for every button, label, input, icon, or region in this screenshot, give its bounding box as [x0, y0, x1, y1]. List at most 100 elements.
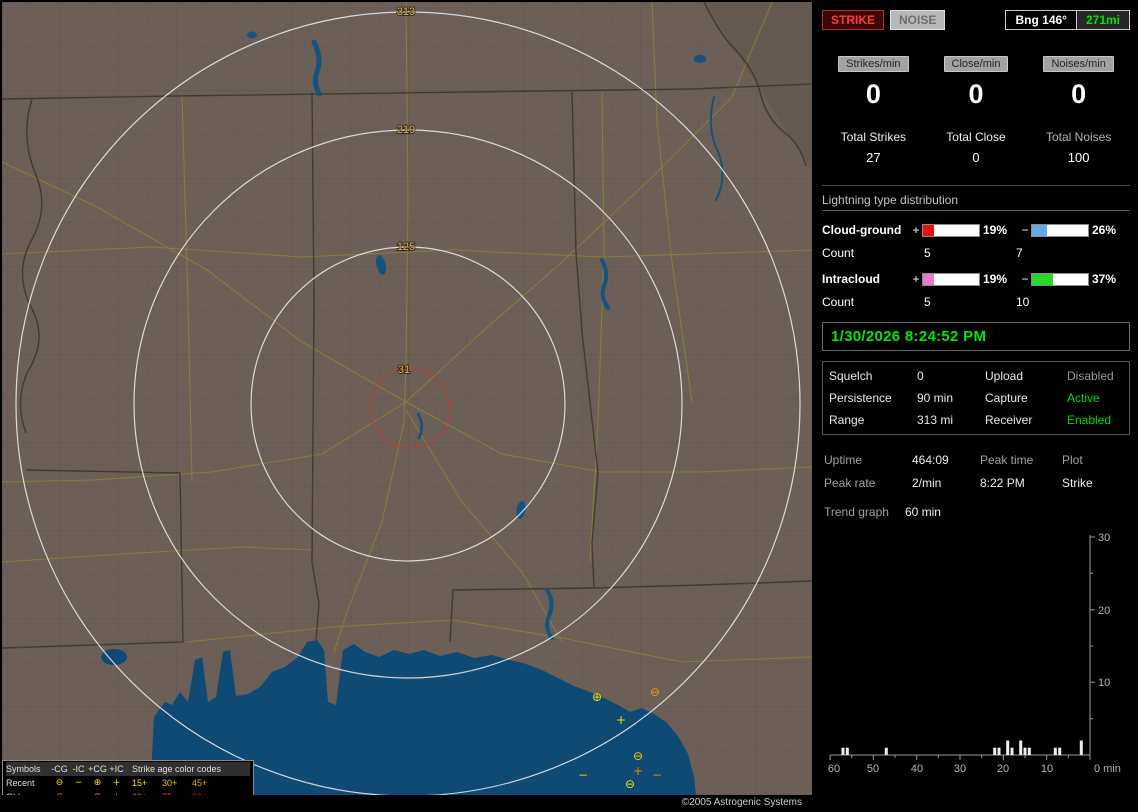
pos-ic-symbol: +	[112, 778, 121, 788]
receiver-label: Receiver	[985, 413, 1033, 427]
noise-toggle-button[interactable]: NOISE	[890, 10, 946, 30]
y-tick-20: 20	[1098, 605, 1110, 617]
display-mode-panel: STRIKE NOISE Bng 146° 271mi	[822, 10, 1130, 30]
trend-bar	[1006, 740, 1010, 755]
trend-graph-header: Trend graph 60 min	[822, 505, 1130, 519]
x-tick-60: 60	[828, 763, 840, 775]
ring-label-219: 219	[397, 124, 415, 136]
negative-cg-bar	[1031, 223, 1089, 237]
sidebar: STRIKE NOISE Bng 146° 271mi Strikes/min …	[814, 0, 1138, 812]
plot-value: Strike	[1062, 476, 1093, 490]
bar-fill	[923, 273, 934, 285]
trend-graph-plot: 30 20 10 60 50 40 30 20 10 0 min	[828, 532, 1121, 775]
negative-cg-percent: 26%	[1092, 223, 1117, 237]
persistence-value: 90 min	[917, 391, 954, 405]
positive-cg-percent: 19%	[983, 223, 1008, 237]
noises-per-min-value: 0	[1071, 79, 1087, 109]
trend-bars-layer	[841, 740, 1083, 755]
intracloud-count-row: Count 5 10	[822, 295, 1130, 309]
distribution-title: Lightning type distribution	[822, 186, 1130, 211]
strike-symbol: +	[633, 764, 643, 778]
squelch-label: Squelch	[829, 369, 873, 383]
age-code-45: 45+	[192, 778, 208, 788]
strike-symbol: −	[652, 768, 662, 782]
bar-fill	[923, 224, 934, 236]
negative-cg-count: 7	[1016, 246, 1023, 260]
trend-bar	[1010, 747, 1014, 755]
persistence-label: Persistence	[829, 391, 892, 405]
plot-label: Plot	[1062, 453, 1083, 467]
bearing-label: Bng 146°	[1006, 11, 1076, 29]
distribution-panel: Lightning type distribution Cloud-ground…	[822, 186, 1130, 309]
total-strikes-label: Total Strikes	[840, 130, 906, 144]
negative-ic-count: 10	[1016, 295, 1030, 309]
ring-label-313: 313	[397, 6, 415, 18]
bearing-range-value: 271mi	[1075, 11, 1129, 29]
trend-window-value: 60 min	[904, 505, 941, 519]
datetime-panel: 1/30/2026 8:24:52 PM	[822, 322, 1130, 351]
peak-time-value: 8:22 PM	[980, 476, 1025, 490]
cloud-ground-label: Cloud-ground	[822, 223, 902, 237]
strike-symbol: ⊖	[633, 749, 643, 763]
stormvue-window: 313 219 125 31 ⊕ ⊖ + ⊖ − ⊖ + − Symbols -CG -IC …	[0, 0, 1138, 812]
bar-fill	[1032, 224, 1047, 236]
y-tick-30: 30	[1098, 532, 1110, 544]
close-per-min-chip: Close/min	[943, 56, 1009, 72]
intracloud-label: Intracloud	[822, 272, 881, 286]
trend-bar	[997, 747, 1001, 755]
strike-symbol: ⊕	[592, 690, 602, 704]
trend-bar	[884, 747, 888, 755]
bearing-display: Bng 146° 271mi	[1005, 10, 1130, 30]
trend-bar	[845, 747, 849, 755]
trend-bar	[1079, 740, 1083, 755]
noises-per-min-chip: Noises/min	[1043, 56, 1114, 72]
trend-graph-label: Trend graph	[824, 505, 889, 519]
peak-time-label: Peak time	[980, 453, 1034, 467]
neg-cg-symbol: ⊖	[55, 778, 64, 788]
uptime-value: 464:09	[912, 453, 949, 467]
trend-bar	[841, 747, 845, 755]
peak-rate-value: 2/min	[912, 476, 942, 490]
positive-sign: +	[912, 223, 920, 237]
positive-cg-bar	[922, 223, 980, 237]
trend-bar	[1023, 747, 1027, 755]
strikes-per-min-value: 0	[865, 79, 881, 109]
legend-header-row: Symbols -CG -IC +CG +IC Strike age color…	[6, 762, 250, 776]
settings-panel: Squelch 0 Upload Disabled Persistence 90…	[822, 361, 1130, 435]
x-tick-50: 50	[867, 763, 879, 775]
close-per-min-column: Close/min 0 Total Close 0	[925, 56, 1028, 165]
x-tick-30: 30	[954, 763, 966, 775]
total-noises-label: Total Noises	[1045, 130, 1112, 144]
age-code-15: 15+	[132, 778, 148, 788]
legend-col-neg-cg: -CG	[51, 764, 68, 774]
strike-toggle-button[interactable]: STRIKE	[822, 10, 885, 30]
strikes-per-min-chip: Strikes/min	[838, 56, 909, 72]
strike-symbol: ⊖	[625, 777, 635, 791]
trend-bar	[993, 747, 997, 755]
strike-symbol: +	[616, 713, 626, 727]
ring-label-31: 31	[398, 364, 410, 376]
trend-axes	[829, 535, 1095, 760]
positive-ic-percent: 19%	[983, 272, 1008, 286]
strike-symbol: −	[578, 768, 588, 782]
legend-recent-row: Recent ⊖ − ⊕ + 15+ 30+ 45+	[6, 776, 250, 790]
range-label: Range	[829, 413, 865, 427]
pos-cg-symbol: ⊕	[93, 778, 102, 788]
cloud-ground-row: Cloud-ground + 19% − 26%	[822, 223, 1130, 237]
ring-label-125: 125	[397, 241, 415, 253]
legend-col-pos-ic: +IC	[109, 764, 124, 774]
count-label: Count	[822, 295, 855, 309]
negative-ic-percent: 37%	[1092, 272, 1117, 286]
legend-symbols-header: Symbols	[6, 764, 41, 774]
count-label: Count	[822, 246, 855, 260]
neg-ic-symbol: −	[74, 778, 83, 788]
x-tick-40: 40	[911, 763, 923, 775]
age-code-30: 30+	[162, 778, 178, 788]
legend-col-pos-cg: +CG	[88, 764, 107, 774]
upload-status: Disabled	[1067, 369, 1114, 383]
negative-sign: −	[1021, 272, 1029, 286]
trend-bar	[1053, 747, 1057, 755]
legend-recent-label: Recent	[6, 778, 35, 788]
close-per-min-value: 0	[968, 79, 984, 109]
strikes-per-min-column: Strikes/min 0 Total Strikes 27	[822, 56, 925, 165]
